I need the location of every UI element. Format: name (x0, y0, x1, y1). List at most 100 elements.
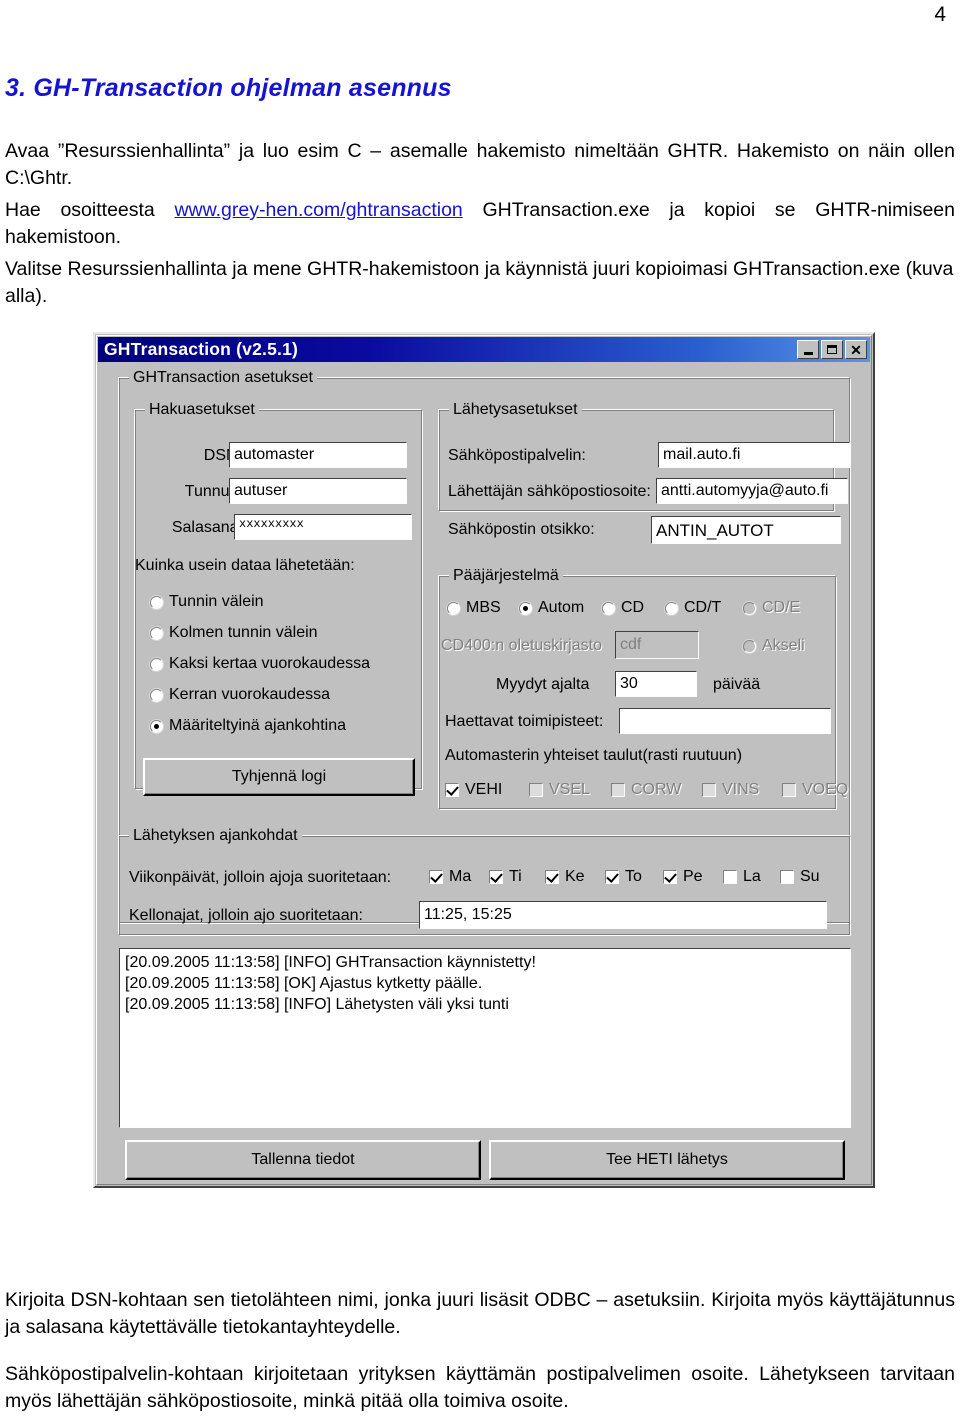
sold-period-label: Myydyt ajalta (496, 676, 590, 693)
salasana-input[interactable]: xxxxxxxxx (234, 514, 412, 540)
close-icon: ✕ (850, 341, 862, 358)
radio-icon (150, 688, 163, 702)
common-tables-label: Automasterin yhteiset taulut(rasti ruutu… (445, 747, 743, 764)
weekday-checkbox-su[interactable]: Su (780, 867, 820, 887)
clear-log-button-label: Tyhjennä logi (231, 768, 327, 785)
mailserver-input[interactable]: mail.auto.fi (658, 442, 850, 468)
page-number: 4 (934, 3, 946, 26)
radio-icon (519, 601, 532, 615)
send-settings-group-label: Lähetysasetukset (449, 400, 582, 420)
paragraph-2: Hae osoitteesta www.grey-hen.com/ghtrans… (5, 197, 955, 251)
table-checkbox-vsel[interactable]: VSEL (529, 780, 590, 800)
frequency-option-1-label: Kolmen tunnin välein (169, 624, 318, 641)
radio-icon (665, 601, 678, 615)
subject-input[interactable]: ANTIN_AUTOT (651, 516, 841, 544)
table-checkbox-vins-label: VINS (722, 781, 760, 798)
table-checkbox-voeq[interactable]: VOEQ (782, 780, 848, 800)
frequency-option-2[interactable]: Kaksi kertaa vuorokaudessa (150, 654, 370, 674)
minimize-button[interactable] (797, 340, 819, 359)
weekdays-label: Viikonpäivät, jolloin ajoja suoritetaan: (129, 869, 392, 886)
weekday-checkbox-ti-label: Ti (509, 868, 522, 885)
page-title: 3. GH-Transaction ohjelman asennus (5, 74, 452, 102)
weekday-checkbox-to-label: To (625, 868, 642, 885)
paragraph-3: Valitse Resurssienhallinta ja mene GHTR-… (5, 258, 954, 307)
title-bar[interactable]: GHTransaction (v2.5.1) ✕ (98, 337, 870, 362)
sold-period-input[interactable]: 30 (615, 671, 697, 697)
radio-icon (150, 719, 163, 733)
settings-group-label: GHTransaction asetukset (129, 368, 317, 388)
frequency-option-0[interactable]: Tunnin välein (150, 592, 264, 612)
cd400-library-label: CD400:n oletuskirjasto (441, 637, 602, 654)
weekday-checkbox-pe[interactable]: Pe (663, 867, 703, 887)
radio-icon (150, 595, 163, 609)
frequency-option-2-label: Kaksi kertaa vuorokaudessa (169, 655, 370, 672)
table-checkbox-vehi[interactable]: VEHI (445, 780, 502, 800)
ghtransaction-download-link[interactable]: www.grey-hen.com/ghtransaction (174, 199, 462, 221)
log-output[interactable]: [20.09.2005 11:13:58] [INFO] GHTransacti… (119, 948, 851, 1128)
send-now-button[interactable]: Tee HETI lähetys (489, 1140, 845, 1180)
checkbox-icon (723, 870, 737, 884)
main-system-option-cd-label: CD (621, 599, 645, 616)
frequency-option-4-label: Määriteltyinä ajankohtina (169, 717, 346, 734)
subject-label: Sähköpostin otsikko: (448, 521, 595, 538)
log-line-2: [20.09.2005 11:13:58] [INFO] Lähetysten … (125, 996, 509, 1013)
weekday-checkbox-to[interactable]: To (605, 867, 642, 887)
main-system-group-label: Pääjärjestelmä (449, 566, 563, 586)
title-bar-buttons: ✕ (797, 340, 870, 359)
weekday-checkbox-su-label: Su (800, 868, 820, 885)
main-system-option-autom[interactable]: Autom (519, 598, 584, 618)
offices-label: Haettavat toimipisteet: (445, 713, 604, 730)
akseli-radio[interactable]: Akseli (743, 636, 805, 656)
window-title: GHTransaction (v2.5.1) (104, 339, 299, 359)
clear-log-button[interactable]: Tyhjennä logi (143, 758, 415, 796)
main-system-option-cde[interactable]: CD/E (743, 598, 800, 618)
weekday-checkbox-la[interactable]: La (723, 867, 761, 887)
close-button[interactable]: ✕ (845, 340, 867, 359)
checkbox-icon (489, 870, 503, 884)
frequency-option-3[interactable]: Kerran vuorokaudessa (150, 685, 330, 705)
checkbox-icon (611, 783, 625, 797)
tunnus-input[interactable]: autuser (229, 478, 407, 504)
schedule-group-label: Lähetyksen ajankohdat (129, 826, 302, 846)
table-checkbox-vehi-label: VEHI (465, 781, 503, 798)
main-system-option-cd[interactable]: CD (602, 598, 644, 618)
main-system-option-mbs[interactable]: MBS (447, 598, 501, 618)
paragraph-2-pre: Hae osoitteesta (5, 199, 175, 221)
salasana-label: Salasana: (171, 519, 243, 536)
weekday-checkbox-la-label: La (743, 868, 761, 885)
weekday-checkbox-ke-label: Ke (565, 868, 585, 885)
frequency-option-4[interactable]: Määriteltyinä ajankohtina (150, 716, 346, 736)
main-system-option-cdt[interactable]: CD/T (665, 598, 721, 618)
checkbox-icon (663, 870, 677, 884)
sender-label: Lähettäjän sähköpostiosoite: (448, 483, 651, 500)
ghtransaction-window: GHTransaction (v2.5.1) ✕ GHTransaction a… (93, 332, 875, 1188)
cd400-library-input[interactable]: cdf (615, 631, 699, 659)
paragraph-4: Kirjoita DSN-kohtaan sen tietolähteen ni… (5, 1289, 955, 1338)
table-checkbox-corw[interactable]: CORW (611, 780, 681, 800)
weekday-checkbox-pe-label: Pe (683, 868, 703, 885)
checkbox-icon (545, 870, 559, 884)
radio-icon (602, 601, 615, 615)
checkbox-icon (605, 870, 619, 884)
mailserver-label: Sähköpostipalvelin: (448, 447, 586, 464)
dsn-input[interactable]: automaster (229, 442, 407, 468)
minimize-icon (803, 351, 813, 355)
frequency-option-1[interactable]: Kolmen tunnin välein (150, 623, 318, 643)
sold-period-unit: päivää (713, 676, 761, 693)
frequency-label: Kuinka usein dataa lähetetään: (135, 557, 355, 574)
main-system-option-mbs-label: MBS (466, 599, 501, 616)
send-now-button-label: Tee HETI lähetys (606, 1151, 728, 1168)
sender-input[interactable]: antti.automyyja@auto.fi (656, 478, 848, 504)
tunnus-label: Tunnus: (184, 483, 242, 500)
maximize-button[interactable] (821, 340, 843, 359)
save-button[interactable]: Tallenna tiedot (125, 1140, 481, 1180)
checkbox-icon (445, 783, 459, 797)
weekday-checkbox-ke[interactable]: Ke (545, 867, 585, 887)
weekday-checkbox-ti[interactable]: Ti (489, 867, 522, 887)
weekday-checkbox-ma[interactable]: Ma (429, 867, 471, 887)
table-checkbox-corw-label: CORW (631, 781, 682, 798)
table-checkbox-vins[interactable]: VINS (702, 780, 759, 800)
offices-input[interactable] (619, 708, 831, 734)
frequency-option-0-label: Tunnin välein (169, 593, 264, 610)
times-input[interactable]: 11:25, 15:25 (419, 901, 827, 929)
